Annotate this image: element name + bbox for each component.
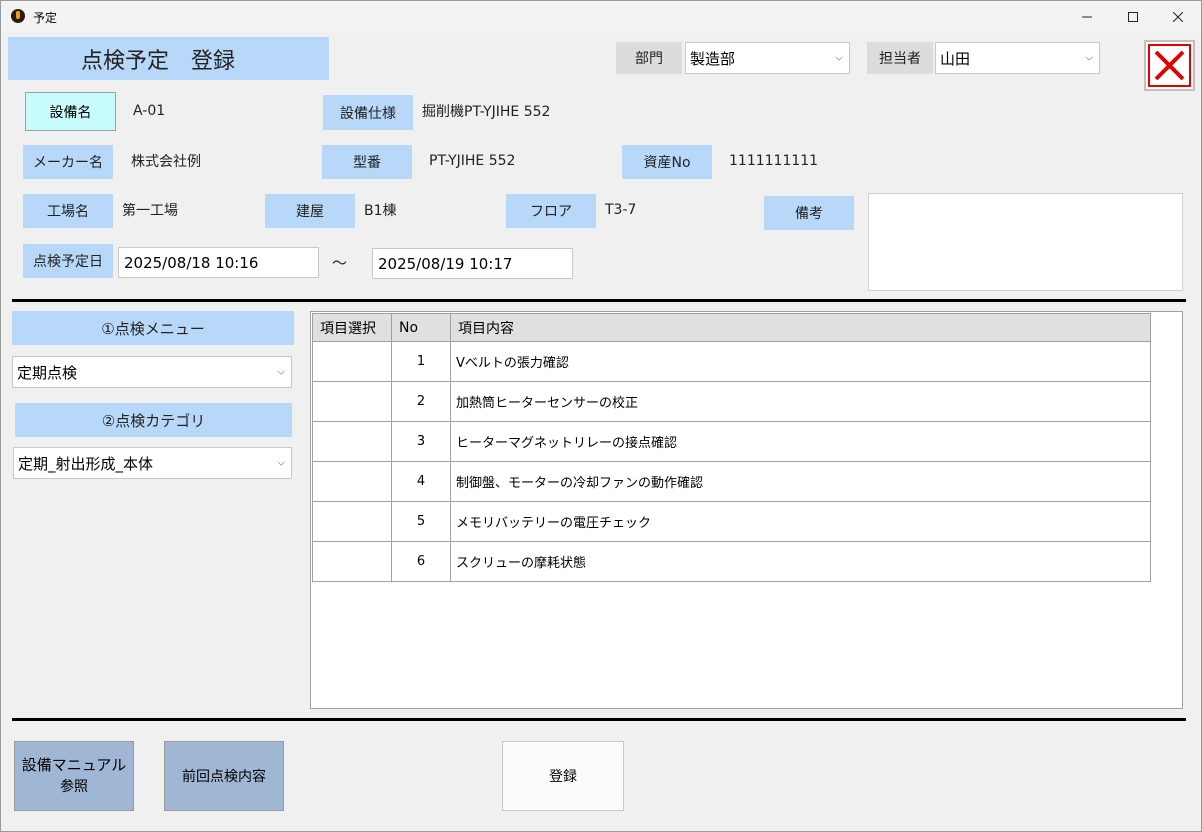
manual-button-line1: 設備マニュアル xyxy=(21,756,127,774)
row-content: ヒーターマグネットリレーの接点確認 xyxy=(450,421,1151,462)
table-row[interactable]: 6 スクリューの摩耗状態 xyxy=(312,541,1151,582)
row-select-cell[interactable] xyxy=(312,381,392,422)
equipment-spec-value: 掘削機PT-YJIHE 552 xyxy=(422,104,551,120)
row-content: 制御盤、モーターの冷却ファンの動作確認 xyxy=(450,461,1151,502)
table-row[interactable]: 4 制御盤、モーターの冷却ファンの動作確認 xyxy=(312,461,1151,502)
asset-value: 1111111111 xyxy=(729,153,819,169)
model-label: 型番 xyxy=(322,145,412,179)
department-select[interactable]: 製造部 ⌵ xyxy=(685,42,850,74)
menu-value: 定期点検 xyxy=(17,363,78,382)
row-content: スクリューの摩耗状態 xyxy=(450,541,1151,582)
floor-label: フロア xyxy=(506,194,596,228)
factory-label: 工場名 xyxy=(23,194,113,228)
row-no: 2 xyxy=(391,381,451,422)
chevron-down-icon: ⌵ xyxy=(835,52,843,64)
floor-value: T3-7 xyxy=(605,202,637,218)
close-form-button[interactable] xyxy=(1144,40,1195,91)
row-select-cell[interactable] xyxy=(312,421,392,462)
asset-label: 資産No xyxy=(622,145,712,179)
app-icon xyxy=(11,9,25,23)
maker-value: 株式会社例 xyxy=(131,154,201,170)
title-bar: 予定 xyxy=(1,1,1201,32)
table-row[interactable]: 5 メモリバッテリーの電圧チェック xyxy=(312,501,1151,542)
grid-header-no[interactable]: No xyxy=(391,313,451,342)
row-no: 4 xyxy=(391,461,451,502)
menu-label: ①点検メニュー xyxy=(12,311,294,345)
maker-label: メーカー名 xyxy=(23,145,113,179)
row-no: 1 xyxy=(391,341,451,382)
category-select[interactable]: 定期_射出形成_本体 ⌵ xyxy=(13,447,292,479)
category-value: 定期_射出形成_本体 xyxy=(18,454,154,473)
person-value: 山田 xyxy=(940,49,971,68)
model-value: PT-YJIHE 552 xyxy=(429,153,516,169)
schedule-end-input[interactable]: 2025/08/19 10:17 xyxy=(372,248,573,279)
row-no: 5 xyxy=(391,501,451,542)
schedule-start-input[interactable]: 2025/08/18 10:16 xyxy=(118,247,319,278)
maximize-button[interactable] xyxy=(1110,1,1156,32)
window-title: 予定 xyxy=(33,11,58,25)
red-x-icon xyxy=(1148,44,1191,87)
table-row[interactable]: 3 ヒーターマグネットリレーの接点確認 xyxy=(312,421,1151,462)
table-row[interactable]: 1 Vベルトの張力確認 xyxy=(312,341,1151,382)
app-window: 予定 点検予定 登録 部門 製造部 ⌵ 担当者 山田 ⌵ 設備名 A-01 設備… xyxy=(0,0,1202,832)
item-grid: 項目選択 No 項目内容 1 Vベルトの張力確認 2 加熱筒ヒーターセンサーの校… xyxy=(312,313,1151,582)
page-title: 点検予定 登録 xyxy=(8,37,329,80)
row-select-cell[interactable] xyxy=(312,341,392,382)
factory-value: 第一工場 xyxy=(122,203,178,219)
chevron-down-icon: ⌵ xyxy=(277,366,285,378)
equipment-spec-label: 設備仕様 xyxy=(323,95,413,130)
grid-header-row: 項目選択 No 項目内容 xyxy=(312,313,1151,342)
equipment-name-button[interactable]: 設備名 xyxy=(25,92,116,131)
chevron-down-icon: ⌵ xyxy=(277,457,285,469)
row-content: メモリバッテリーの電圧チェック xyxy=(450,501,1151,542)
register-button[interactable]: 登録 xyxy=(502,741,624,811)
minimize-button[interactable] xyxy=(1064,1,1110,32)
category-label: ②点検カテゴリ xyxy=(15,403,292,437)
person-select[interactable]: 山田 ⌵ xyxy=(935,42,1100,74)
maximize-icon xyxy=(1128,11,1138,22)
grid-header-select[interactable]: 項目選択 xyxy=(312,313,392,342)
close-icon xyxy=(1173,11,1183,22)
minimize-icon xyxy=(1082,16,1092,17)
equipment-manual-button[interactable]: 設備マニュアル 参照 xyxy=(14,741,134,811)
building-label: 建屋 xyxy=(265,194,355,228)
menu-select[interactable]: 定期点検 ⌵ xyxy=(12,356,292,388)
row-select-cell[interactable] xyxy=(312,461,392,502)
grid-header-content[interactable]: 項目内容 xyxy=(450,313,1151,342)
manual-button-line2: 参照 xyxy=(60,779,88,795)
row-no: 6 xyxy=(391,541,451,582)
department-label: 部門 xyxy=(616,42,682,74)
divider-top xyxy=(12,299,1186,302)
building-value: B1棟 xyxy=(364,203,397,219)
chevron-down-icon: ⌵ xyxy=(1085,52,1093,64)
equipment-name-value: A-01 xyxy=(133,103,166,119)
row-select-cell[interactable] xyxy=(312,501,392,542)
row-select-cell[interactable] xyxy=(312,541,392,582)
window-close-button[interactable] xyxy=(1155,1,1201,32)
row-content: 加熱筒ヒーターセンサーの校正 xyxy=(450,381,1151,422)
person-label: 担当者 xyxy=(867,42,933,74)
remarks-label: 備考 xyxy=(764,196,854,230)
schedule-label: 点検予定日 xyxy=(23,244,113,278)
department-value: 製造部 xyxy=(690,49,736,68)
row-no: 3 xyxy=(391,421,451,462)
row-content: Vベルトの張力確認 xyxy=(450,341,1151,382)
divider-bottom xyxy=(12,718,1186,721)
schedule-separator: ～ xyxy=(332,253,348,272)
remarks-textarea[interactable] xyxy=(868,193,1183,291)
table-row[interactable]: 2 加熱筒ヒーターセンサーの校正 xyxy=(312,381,1151,422)
previous-inspection-button[interactable]: 前回点検内容 xyxy=(164,741,284,811)
